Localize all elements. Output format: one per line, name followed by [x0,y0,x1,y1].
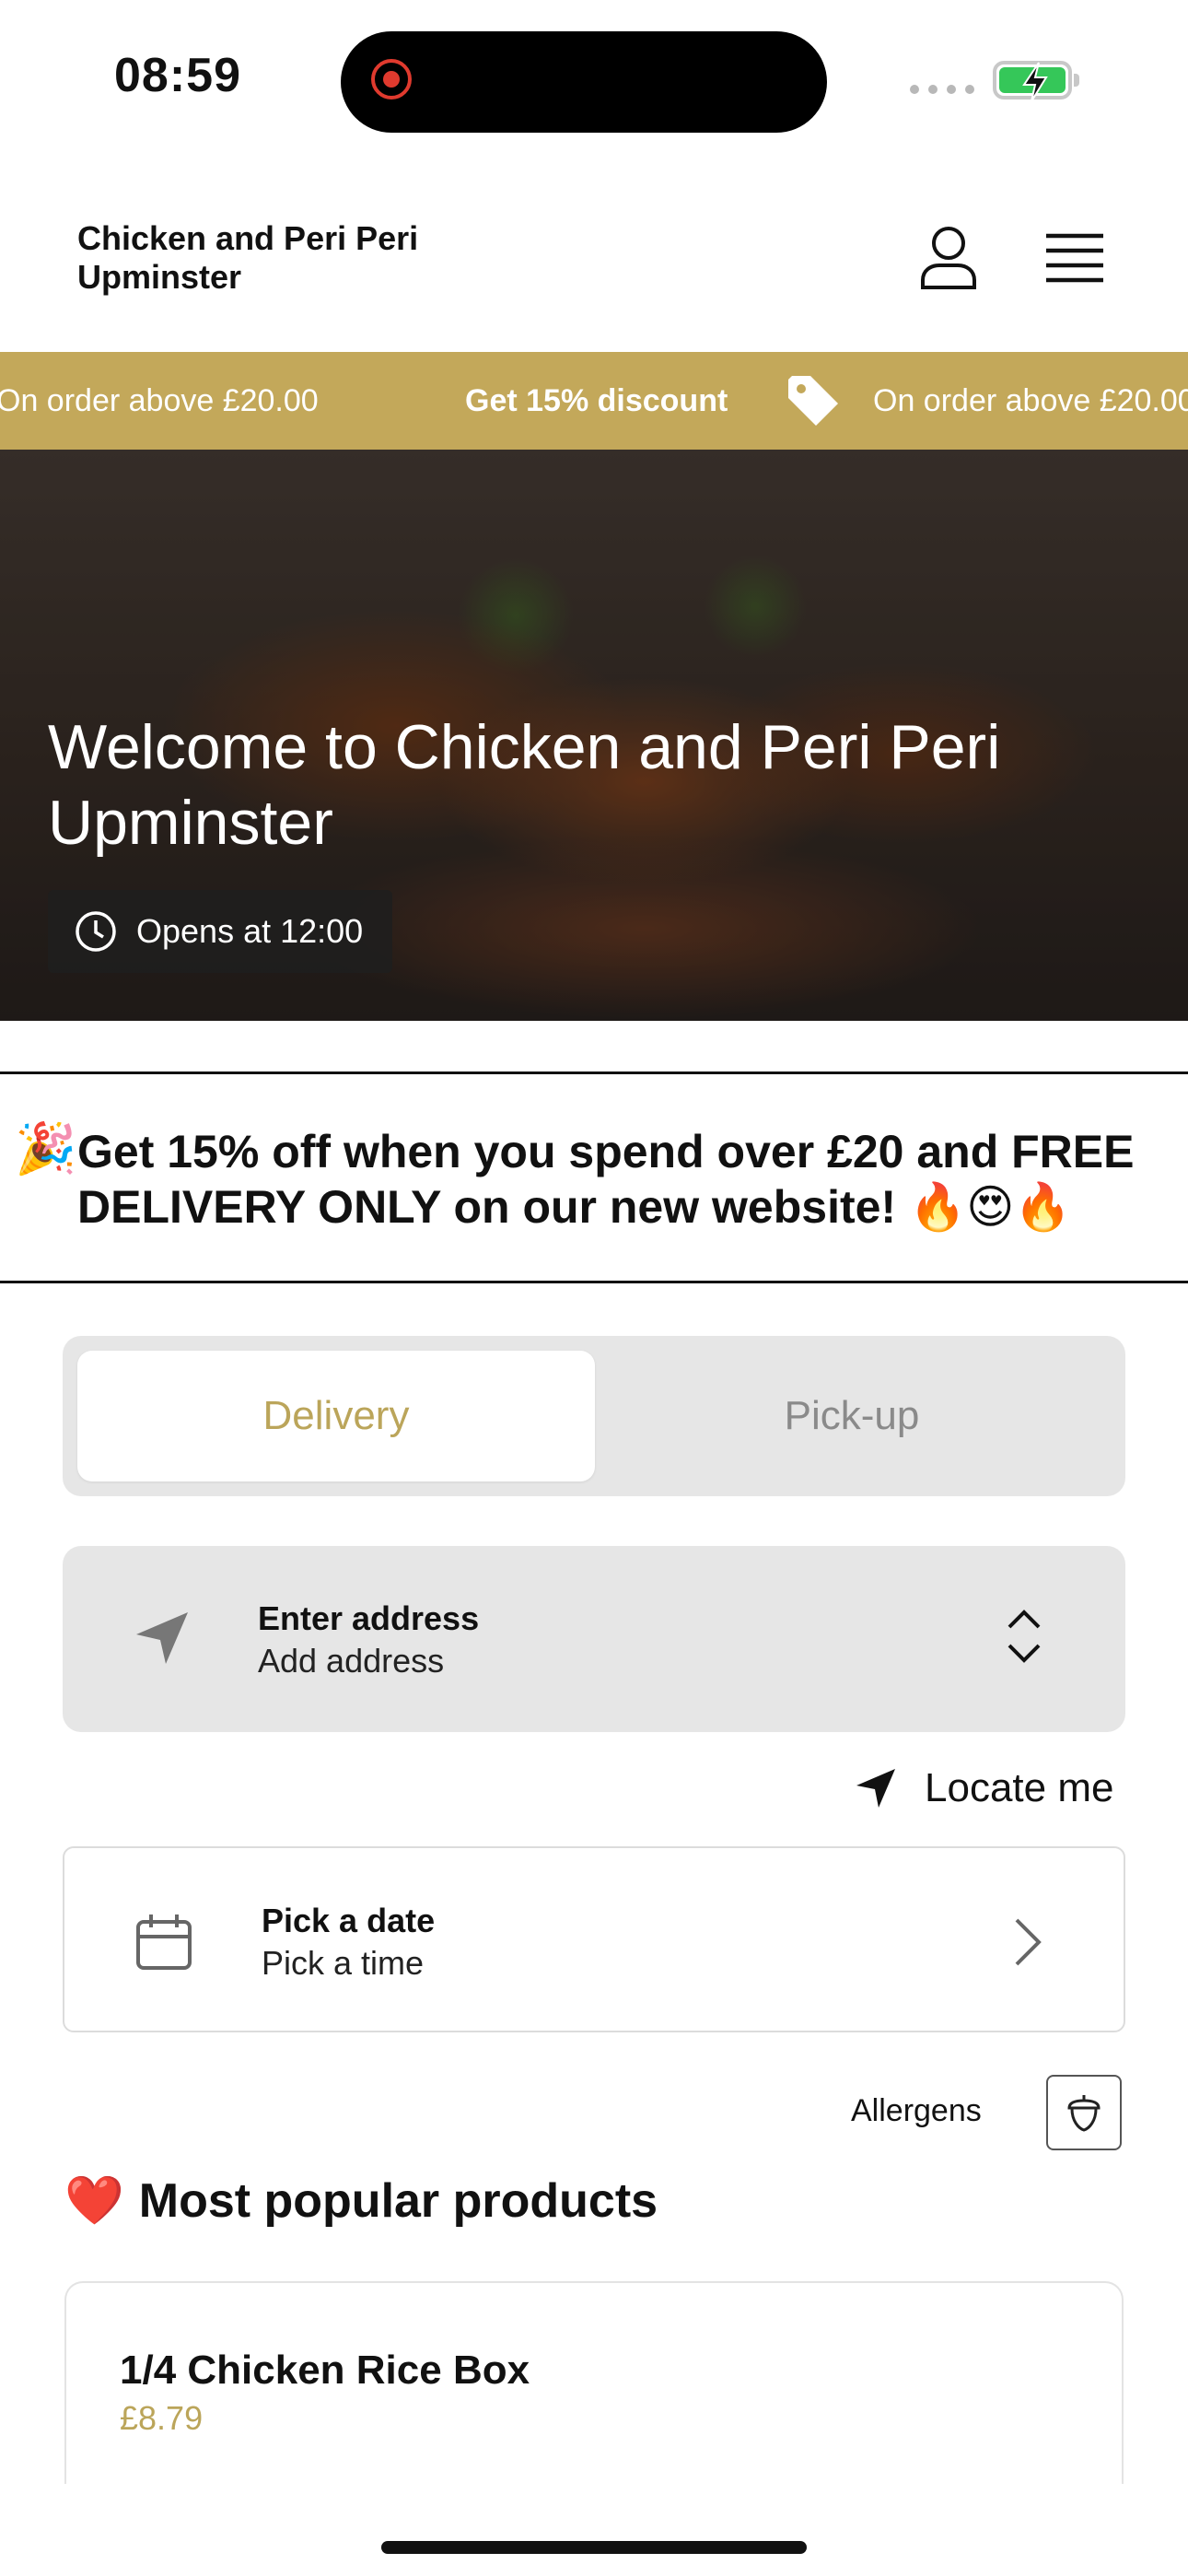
pickup-tab[interactable]: Pick-up [593,1351,1111,1481]
product-price: £8.79 [120,2399,204,2437]
dynamic-island [341,31,827,133]
party-popper-icon: 🎉 [15,1121,77,1177]
order-mode-toggle: Delivery Pick-up [63,1336,1125,1496]
locate-me-label: Locate me [925,1765,1114,1810]
promo-text: On order above £20.00 [0,383,319,418]
hero-title: Welcome to Chicken and Peri Peri Upminst… [48,712,1001,858]
store-name[interactable]: Chicken and Peri Peri Upminster [77,219,464,297]
locate-me-button[interactable]: Locate me [855,1765,1113,1811]
product-name: 1/4 Chicken Rice Box [120,2348,530,2393]
promo-text: On order above £20.00 [873,383,1188,418]
chevron-up-down-icon [1007,1610,1041,1663]
location-arrow-icon [856,1769,895,1808]
date-time-picker[interactable]: Pick a date Pick a time [63,1846,1125,2032]
section-heading: ❤️ Most popular products [64,2172,658,2229]
address-title: Enter address [258,1599,480,1637]
promo-headline: Get 15% discount [465,383,728,418]
announcement-text: Get 15% off when you spend over £20 and … [77,1126,1135,1233]
screen-recording-icon [371,59,412,100]
menu-icon[interactable] [1044,232,1105,288]
allergens-button[interactable] [1046,2075,1122,2150]
time-subtitle: Pick a time [262,1944,425,1982]
promo-ticker: On order above £20.00 Get 15% discount O… [0,352,1188,450]
status-time: 08:59 [114,49,241,102]
price-tag-icon [785,372,844,439]
opening-hours-badge: Opens at 12:00 [48,890,393,973]
clock-icon [76,911,116,952]
user-icon[interactable] [917,225,980,296]
battery-charging-icon [993,61,1079,102]
opens-text: Opens at 12:00 [136,912,364,950]
signal-icon [910,85,974,94]
navigation-arrow-icon [136,1612,188,1664]
acorn-icon [1067,2095,1101,2132]
address-selector[interactable]: Enter address Add address [63,1546,1125,1732]
delivery-tab[interactable]: Delivery [77,1351,595,1481]
heart-icon: ❤️ [64,2174,124,2228]
section-heading-text: Most popular products [138,2173,658,2228]
allergens-label: Allergens [851,2093,982,2128]
chevron-right-icon [1015,1918,1042,1966]
date-title: Pick a date [262,1902,436,1939]
announcement-banner: 🎉 Get 15% off when you spend over £20 an… [0,1071,1188,1283]
calendar-icon [136,1914,192,1970]
home-indicator[interactable] [381,2541,807,2554]
home-indicator-area [0,2484,1188,2576]
address-subtitle: Add address [258,1642,445,1680]
